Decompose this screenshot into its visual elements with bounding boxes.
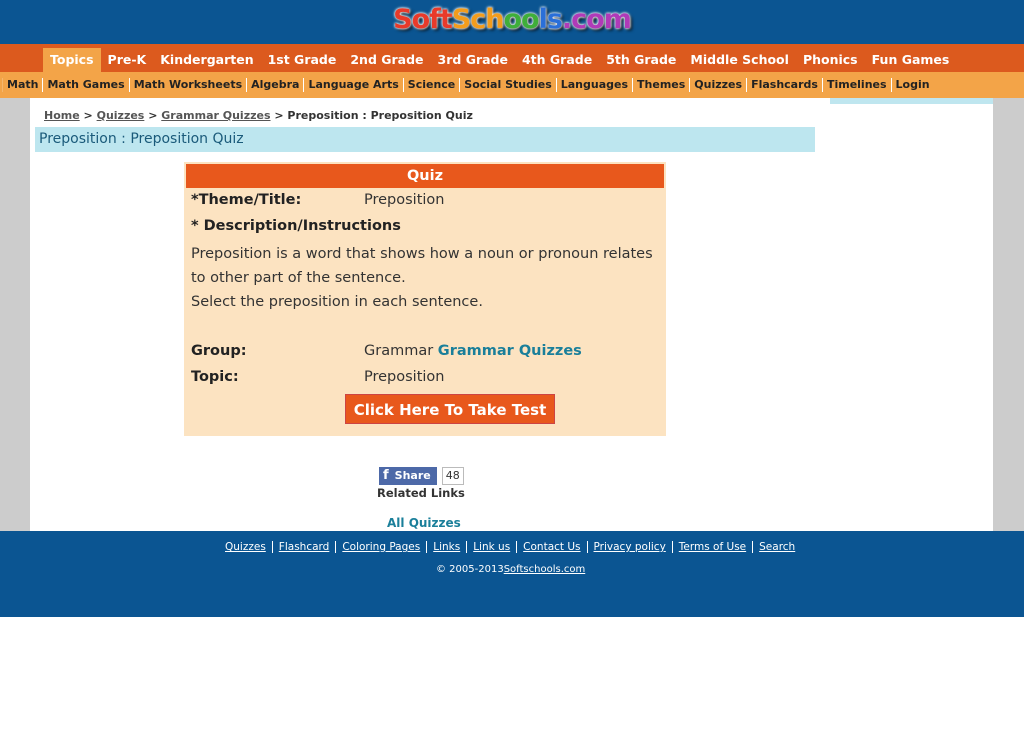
nav-secondary-math-games[interactable]: Math Games bbox=[42, 78, 128, 92]
facebook-share-button[interactable]: f Share bbox=[379, 467, 437, 485]
topic-value: Preposition bbox=[364, 369, 445, 385]
description-label: * Description/Instructions bbox=[191, 218, 401, 234]
facebook-share: f Share 48 bbox=[379, 467, 464, 485]
nav-secondary-language-arts[interactable]: Language Arts bbox=[303, 78, 402, 92]
grammar-quizzes-link[interactable]: Grammar Quizzes bbox=[438, 343, 582, 359]
nav-primary-5th-grade[interactable]: 5th Grade bbox=[599, 48, 683, 72]
all-quizzes-link[interactable]: All Quizzes bbox=[387, 516, 461, 530]
share-count: 48 bbox=[441, 467, 464, 485]
breadcrumb-current: > Preposition : Preposition Quiz bbox=[274, 109, 473, 122]
nav-secondary-themes[interactable]: Themes bbox=[632, 78, 689, 92]
nav-secondary-math-worksheets[interactable]: Math Worksheets bbox=[128, 78, 246, 92]
related-links-heading: Related Links bbox=[377, 486, 465, 500]
footer-link-terms-of-use[interactable]: Terms of Use bbox=[671, 541, 752, 553]
footer-link-contact-us[interactable]: Contact Us bbox=[516, 541, 586, 553]
theme-value: Preposition bbox=[364, 192, 445, 208]
nav-primary-4th-grade[interactable]: 4th Grade bbox=[515, 48, 599, 72]
nav-secondary-languages[interactable]: Languages bbox=[555, 78, 632, 92]
site-link[interactable]: Softschools.com bbox=[504, 564, 586, 575]
nav-secondary-math[interactable]: Math bbox=[2, 78, 42, 92]
nav-secondary-science[interactable]: Science bbox=[402, 78, 460, 92]
group-value: Grammar bbox=[364, 343, 434, 359]
take-test-button[interactable]: Click Here To Take Test bbox=[345, 394, 555, 424]
quiz-box: Quiz *Theme/Title: Preposition * Descrip… bbox=[184, 162, 666, 436]
right-column-bar bbox=[830, 98, 993, 104]
nav-primary-3rd-grade[interactable]: 3rd Grade bbox=[431, 48, 515, 72]
nav-primary-middle-school[interactable]: Middle School bbox=[683, 48, 796, 72]
copyright: © 2005-2013Softschools.com bbox=[436, 564, 585, 575]
nav-primary-kindergarten[interactable]: Kindergarten bbox=[153, 48, 260, 72]
description: Preposition is a word that shows how a n… bbox=[191, 242, 661, 314]
left-gutter bbox=[0, 98, 30, 531]
facebook-icon: f bbox=[383, 468, 389, 483]
breadcrumb-quizzes[interactable]: Quizzes bbox=[97, 109, 145, 122]
nav-secondary-timelines[interactable]: Timelines bbox=[821, 78, 891, 92]
footer-link-flashcard[interactable]: Flashcard bbox=[271, 541, 336, 553]
nav-secondary-social-studies[interactable]: Social Studies bbox=[459, 78, 555, 92]
secondary-nav: Math Math Games Math Worksheets Algebra Lang… bbox=[0, 72, 1024, 98]
group-label: Group: bbox=[191, 343, 247, 359]
nav-secondary-login[interactable]: Login bbox=[890, 78, 934, 92]
instructions-text: Select the preposition in each sentence. bbox=[191, 294, 483, 310]
breadcrumb: Home > Quizzes > Grammar Quizzes > Prepo… bbox=[44, 109, 473, 122]
nav-primary-pre-k[interactable]: Pre-K bbox=[101, 48, 154, 72]
nav-secondary-algebra[interactable]: Algebra bbox=[246, 78, 303, 92]
footer-link-coloring-pages[interactable]: Coloring Pages bbox=[335, 541, 426, 553]
primary-nav: Topics Pre-K Kindergarten 1st Grade 2nd Grad… bbox=[0, 44, 1024, 72]
nav-primary-topics[interactable]: Topics bbox=[43, 48, 101, 72]
theme-label: *Theme/Title: bbox=[191, 192, 302, 208]
breadcrumb-home[interactable]: Home bbox=[44, 109, 80, 122]
breadcrumb-sep: > bbox=[83, 109, 93, 122]
footer-link-search[interactable]: Search bbox=[752, 541, 801, 553]
footer-link-quizzes[interactable]: Quizzes bbox=[225, 541, 272, 553]
quiz-header: Quiz bbox=[186, 164, 664, 188]
right-gutter bbox=[993, 98, 1024, 531]
site-logo[interactable]: SoftSchools.com bbox=[393, 4, 632, 35]
breadcrumb-grammar[interactable]: Grammar Quizzes bbox=[161, 109, 270, 122]
nav-primary-phonics[interactable]: Phonics bbox=[796, 48, 865, 72]
footer-links: Quizzes Flashcard Coloring Pages Links Link … bbox=[225, 541, 801, 553]
footer-link-links[interactable]: Links bbox=[426, 541, 466, 553]
nav-primary-1st-grade[interactable]: 1st Grade bbox=[261, 48, 344, 72]
topic-label: Topic: bbox=[191, 369, 239, 385]
copyright-text: © 2005-2013 bbox=[436, 564, 504, 575]
description-text: Preposition is a word that shows how a n… bbox=[191, 246, 653, 286]
footer: Quizzes Flashcard Coloring Pages Links Link … bbox=[0, 531, 1024, 617]
footer-link-privacy-policy[interactable]: Privacy policy bbox=[586, 541, 672, 553]
nav-primary-fun-games[interactable]: Fun Games bbox=[865, 48, 957, 72]
page-title: Preposition : Preposition Quiz bbox=[35, 127, 815, 152]
nav-secondary-quizzes[interactable]: Quizzes bbox=[689, 78, 746, 92]
nav-primary-2nd-grade[interactable]: 2nd Grade bbox=[343, 48, 430, 72]
share-label: Share bbox=[394, 469, 431, 482]
breadcrumb-sep: > bbox=[148, 109, 158, 122]
header: SoftSchools.com bbox=[0, 0, 1024, 44]
footer-link-link-us[interactable]: Link us bbox=[466, 541, 516, 553]
nav-secondary-flashcards[interactable]: Flashcards bbox=[746, 78, 822, 92]
